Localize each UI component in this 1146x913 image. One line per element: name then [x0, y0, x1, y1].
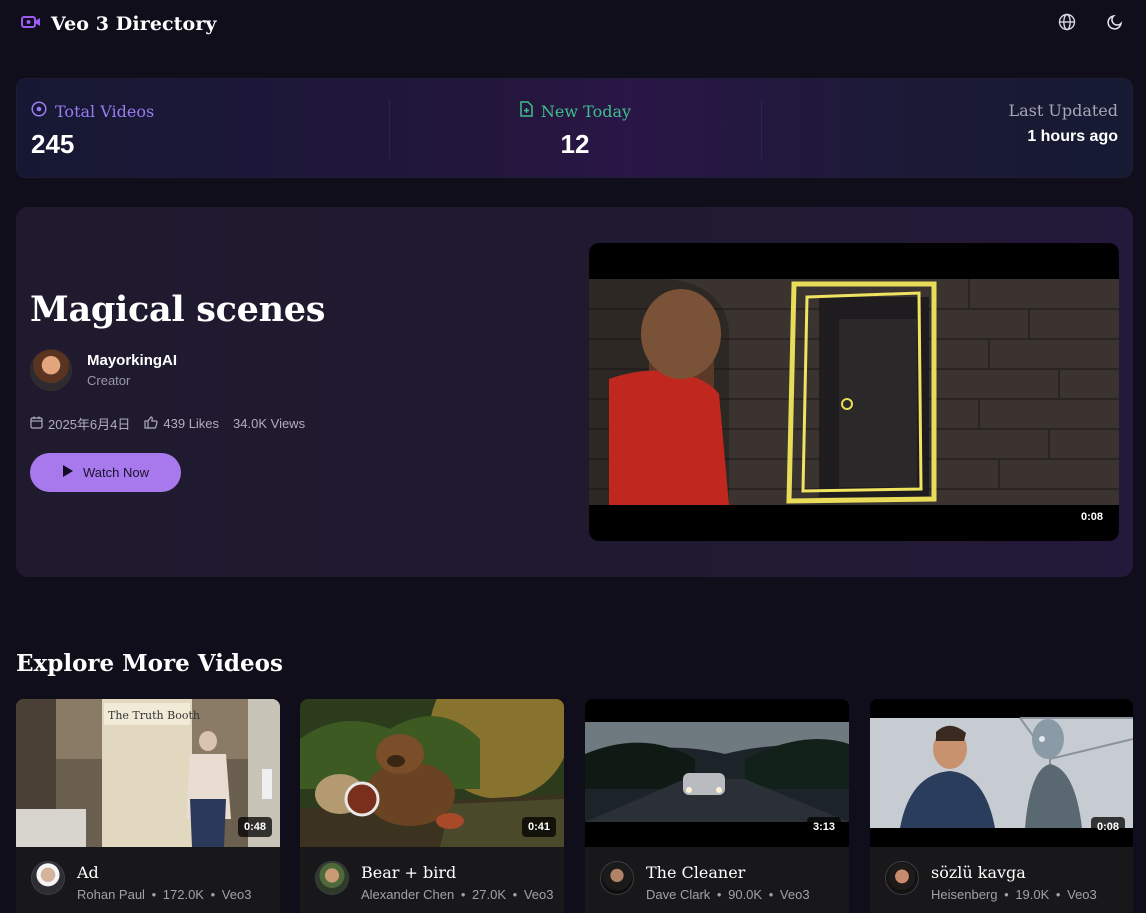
- stat-last-updated: Last Updated 1 hours ago: [1008, 101, 1118, 146]
- card-meta: Dave Clark • 90.0K • Veo3: [646, 887, 810, 902]
- video-player[interactable]: 0:08: [589, 243, 1119, 541]
- video-camera-icon: [21, 14, 41, 35]
- views-count: 90.0K: [728, 887, 763, 902]
- publish-date: 2025年6月4日: [48, 417, 131, 432]
- globe-icon: [1058, 13, 1076, 36]
- featured-title: Magical scenes: [30, 289, 326, 330]
- language-button[interactable]: [1056, 13, 1078, 35]
- creator-name: MayorkingAI: [87, 352, 178, 369]
- creator-info[interactable]: MayorkingAI Creator: [30, 349, 177, 391]
- brand-title: Veo 3 Directory: [51, 13, 217, 35]
- card-title: The Cleaner: [646, 863, 746, 882]
- card-info: The Cleaner Dave Clark • 90.0K • Veo3: [585, 847, 849, 913]
- model-name: Veo3: [1067, 887, 1097, 902]
- duration-badge: 0:48: [237, 817, 272, 837]
- card-title: sözlü kavga: [931, 863, 1026, 882]
- model-name: Veo3: [779, 887, 810, 902]
- stat-value: 1 hours ago: [1027, 128, 1118, 145]
- stat-label: New Today: [540, 101, 632, 121]
- watch-now-button[interactable]: Watch Now: [30, 453, 181, 492]
- card-info: Ad Rohan Paul • 172.0K • Veo3: [16, 847, 280, 913]
- duration-badge: 3:13: [806, 817, 841, 837]
- video-frame: [589, 279, 1119, 505]
- calendar-icon: [30, 416, 43, 432]
- video-card[interactable]: 0:08 sözlü kavga Heisenberg • 19.0K • Ve…: [870, 699, 1133, 913]
- stat-label: Total Videos: [55, 101, 155, 121]
- avatar: [31, 861, 65, 895]
- video-card[interactable]: 0:41 Bear + bird Alexander Chen • 27.0K …: [300, 699, 564, 913]
- stat-total-videos: Total Videos 245: [31, 101, 154, 160]
- views-count: 34.0K Views: [233, 416, 306, 431]
- file-plus-icon: [519, 101, 533, 121]
- video-thumbnail: 0:41: [300, 699, 564, 847]
- stat-new-today: New Today 12: [389, 101, 761, 160]
- divider: [761, 99, 762, 159]
- video-meta: 2025年6月4日 439 Likes 34.0K Views: [30, 414, 319, 433]
- card-meta: Alexander Chen • 27.0K • Veo3: [361, 887, 554, 902]
- duration-badge: 0:41: [521, 817, 556, 837]
- section-title: Explore More Videos: [16, 650, 283, 677]
- avatar: [885, 861, 919, 895]
- svg-text:The Truth Booth: The Truth Booth: [108, 709, 200, 722]
- stat-label: Last Updated: [1008, 101, 1118, 120]
- meta-separator: •: [151, 887, 157, 902]
- views-count: 172.0K: [162, 887, 204, 902]
- meta-separator: •: [716, 887, 722, 902]
- duration-badge: 0:08: [1074, 507, 1109, 527]
- card-title: Bear + bird: [361, 863, 457, 882]
- card-info: sözlü kavga Heisenberg • 19.0K • Veo3: [870, 847, 1133, 913]
- likes-count: 439 Likes: [163, 416, 220, 431]
- views-count: 27.0K: [472, 887, 507, 902]
- moon-icon: [1106, 13, 1124, 36]
- meta-separator: •: [460, 887, 466, 902]
- author-name: Alexander Chen: [361, 887, 455, 902]
- video-thumbnail: 3:13: [585, 699, 849, 847]
- views-count: 19.0K: [1015, 887, 1050, 902]
- author-name: Heisenberg: [931, 887, 998, 902]
- video-card[interactable]: 3:13 The Cleaner Dave Clark • 90.0K • Ve…: [585, 699, 849, 913]
- meta-separator: •: [1055, 887, 1061, 902]
- card-meta: Rohan Paul • 172.0K • Veo3: [77, 887, 251, 902]
- avatar: [315, 861, 349, 895]
- stats-panel: Total Videos 245 New Today 12 Last Updat…: [16, 78, 1133, 178]
- theme-toggle-button[interactable]: [1104, 13, 1126, 35]
- duration-badge: 0:08: [1090, 817, 1125, 837]
- author-name: Rohan Paul: [77, 887, 145, 902]
- creator-role: Creator: [87, 373, 131, 388]
- model-name: Veo3: [221, 887, 252, 902]
- video-thumbnail: 0:08: [870, 699, 1133, 847]
- watch-now-label: Watch Now: [83, 465, 149, 480]
- top-bar: Veo 3 Directory: [0, 0, 1146, 52]
- avatar: [30, 349, 72, 391]
- card-info: Bear + bird Alexander Chen • 27.0K • Veo…: [300, 847, 564, 913]
- video-card[interactable]: The Truth Booth 0:48 Ad Rohan Paul • 172…: [16, 699, 280, 913]
- model-name: Veo3: [523, 887, 554, 902]
- play-icon: [62, 464, 74, 481]
- circle-play-icon: [31, 101, 47, 121]
- brand[interactable]: Veo 3 Directory: [21, 13, 217, 35]
- featured-video-card: Magical scenes MayorkingAI Creator 2025年…: [16, 207, 1133, 577]
- stat-value: 245: [31, 129, 75, 159]
- meta-separator: •: [768, 887, 774, 902]
- card-title: Ad: [77, 863, 99, 882]
- author-name: Dave Clark: [646, 887, 711, 902]
- thumbs-up-icon: [144, 415, 159, 432]
- meta-separator: •: [210, 887, 216, 902]
- meta-separator: •: [512, 887, 518, 902]
- meta-separator: •: [1004, 887, 1009, 902]
- card-meta: Heisenberg • 19.0K • Veo3: [931, 887, 1097, 902]
- stat-value: 12: [560, 129, 590, 159]
- avatar: [600, 861, 634, 895]
- video-thumbnail: The Truth Booth 0:48: [16, 699, 280, 847]
